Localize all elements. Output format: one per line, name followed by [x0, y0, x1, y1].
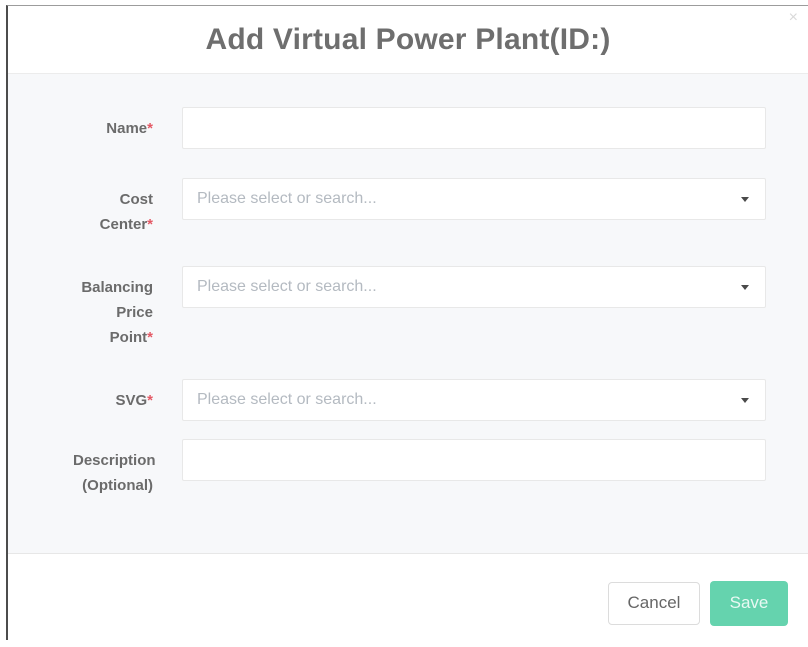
modal-body: Name* Cost Center* Please select or sear… — [8, 73, 808, 554]
required-asterisk: * — [147, 120, 153, 137]
name-field-wrap — [182, 107, 766, 149]
description-label: Description (Optional) — [73, 439, 153, 498]
modal-header: Add Virtual Power Plant(ID:) × — [8, 6, 808, 73]
description-field-wrap — [182, 439, 766, 481]
select-placeholder: Please select or search... — [197, 391, 377, 409]
svg-label-text: SVG — [115, 392, 147, 409]
balancing-price-point-field-wrap: Please select or search... — [182, 266, 766, 308]
add-virtual-power-plant-modal: Add Virtual Power Plant(ID:) × Name* Cos… — [6, 5, 808, 640]
required-asterisk: * — [147, 392, 153, 409]
page-background: Add Virtual Power Plant(ID:) × Name* Cos… — [0, 0, 808, 647]
cost-center-field-wrap: Please select or search... — [182, 178, 766, 220]
balancing-price-point-label: Balancing Price Point* — [73, 266, 153, 350]
select-placeholder: Please select or search... — [197, 190, 377, 208]
form-row-svg: SVG* Please select or search... — [73, 379, 766, 421]
page-title: Add Virtual Power Plant(ID:) — [205, 23, 610, 57]
cost-center-select[interactable]: Please select or search... — [182, 178, 766, 220]
form-row-balancing-price-point: Balancing Price Point* Please select or … — [73, 266, 766, 350]
select-placeholder: Please select or search... — [197, 278, 377, 296]
required-asterisk: * — [147, 329, 153, 346]
name-label-text: Name — [106, 120, 147, 137]
chevron-down-icon — [741, 285, 749, 290]
cost-center-label-text: Cost Center — [100, 191, 153, 233]
svg-field-wrap: Please select or search... — [182, 379, 766, 421]
description-input[interactable] — [182, 439, 766, 481]
required-asterisk: * — [147, 216, 153, 233]
form-row-cost-center: Cost Center* Please select or search... — [73, 178, 766, 237]
chevron-down-icon — [741, 197, 749, 202]
balancing-price-point-select[interactable]: Please select or search... — [182, 266, 766, 308]
cancel-button[interactable]: Cancel — [608, 582, 700, 625]
name-input[interactable] — [182, 107, 766, 149]
modal-footer: Cancel Save — [8, 554, 808, 640]
balancing-price-point-label-text: Balancing Price Point — [81, 279, 153, 346]
form-row-description: Description (Optional) — [73, 439, 766, 498]
name-label: Name* — [73, 107, 153, 141]
description-label-text: Description (Optional) — [73, 452, 156, 494]
cost-center-label: Cost Center* — [73, 178, 153, 237]
form-row-name: Name* — [73, 107, 766, 149]
svg-label: SVG* — [73, 379, 153, 413]
svg-select[interactable]: Please select or search... — [182, 379, 766, 421]
save-button[interactable]: Save — [710, 581, 788, 626]
close-icon[interactable]: × — [789, 10, 798, 26]
chevron-down-icon — [741, 398, 749, 403]
